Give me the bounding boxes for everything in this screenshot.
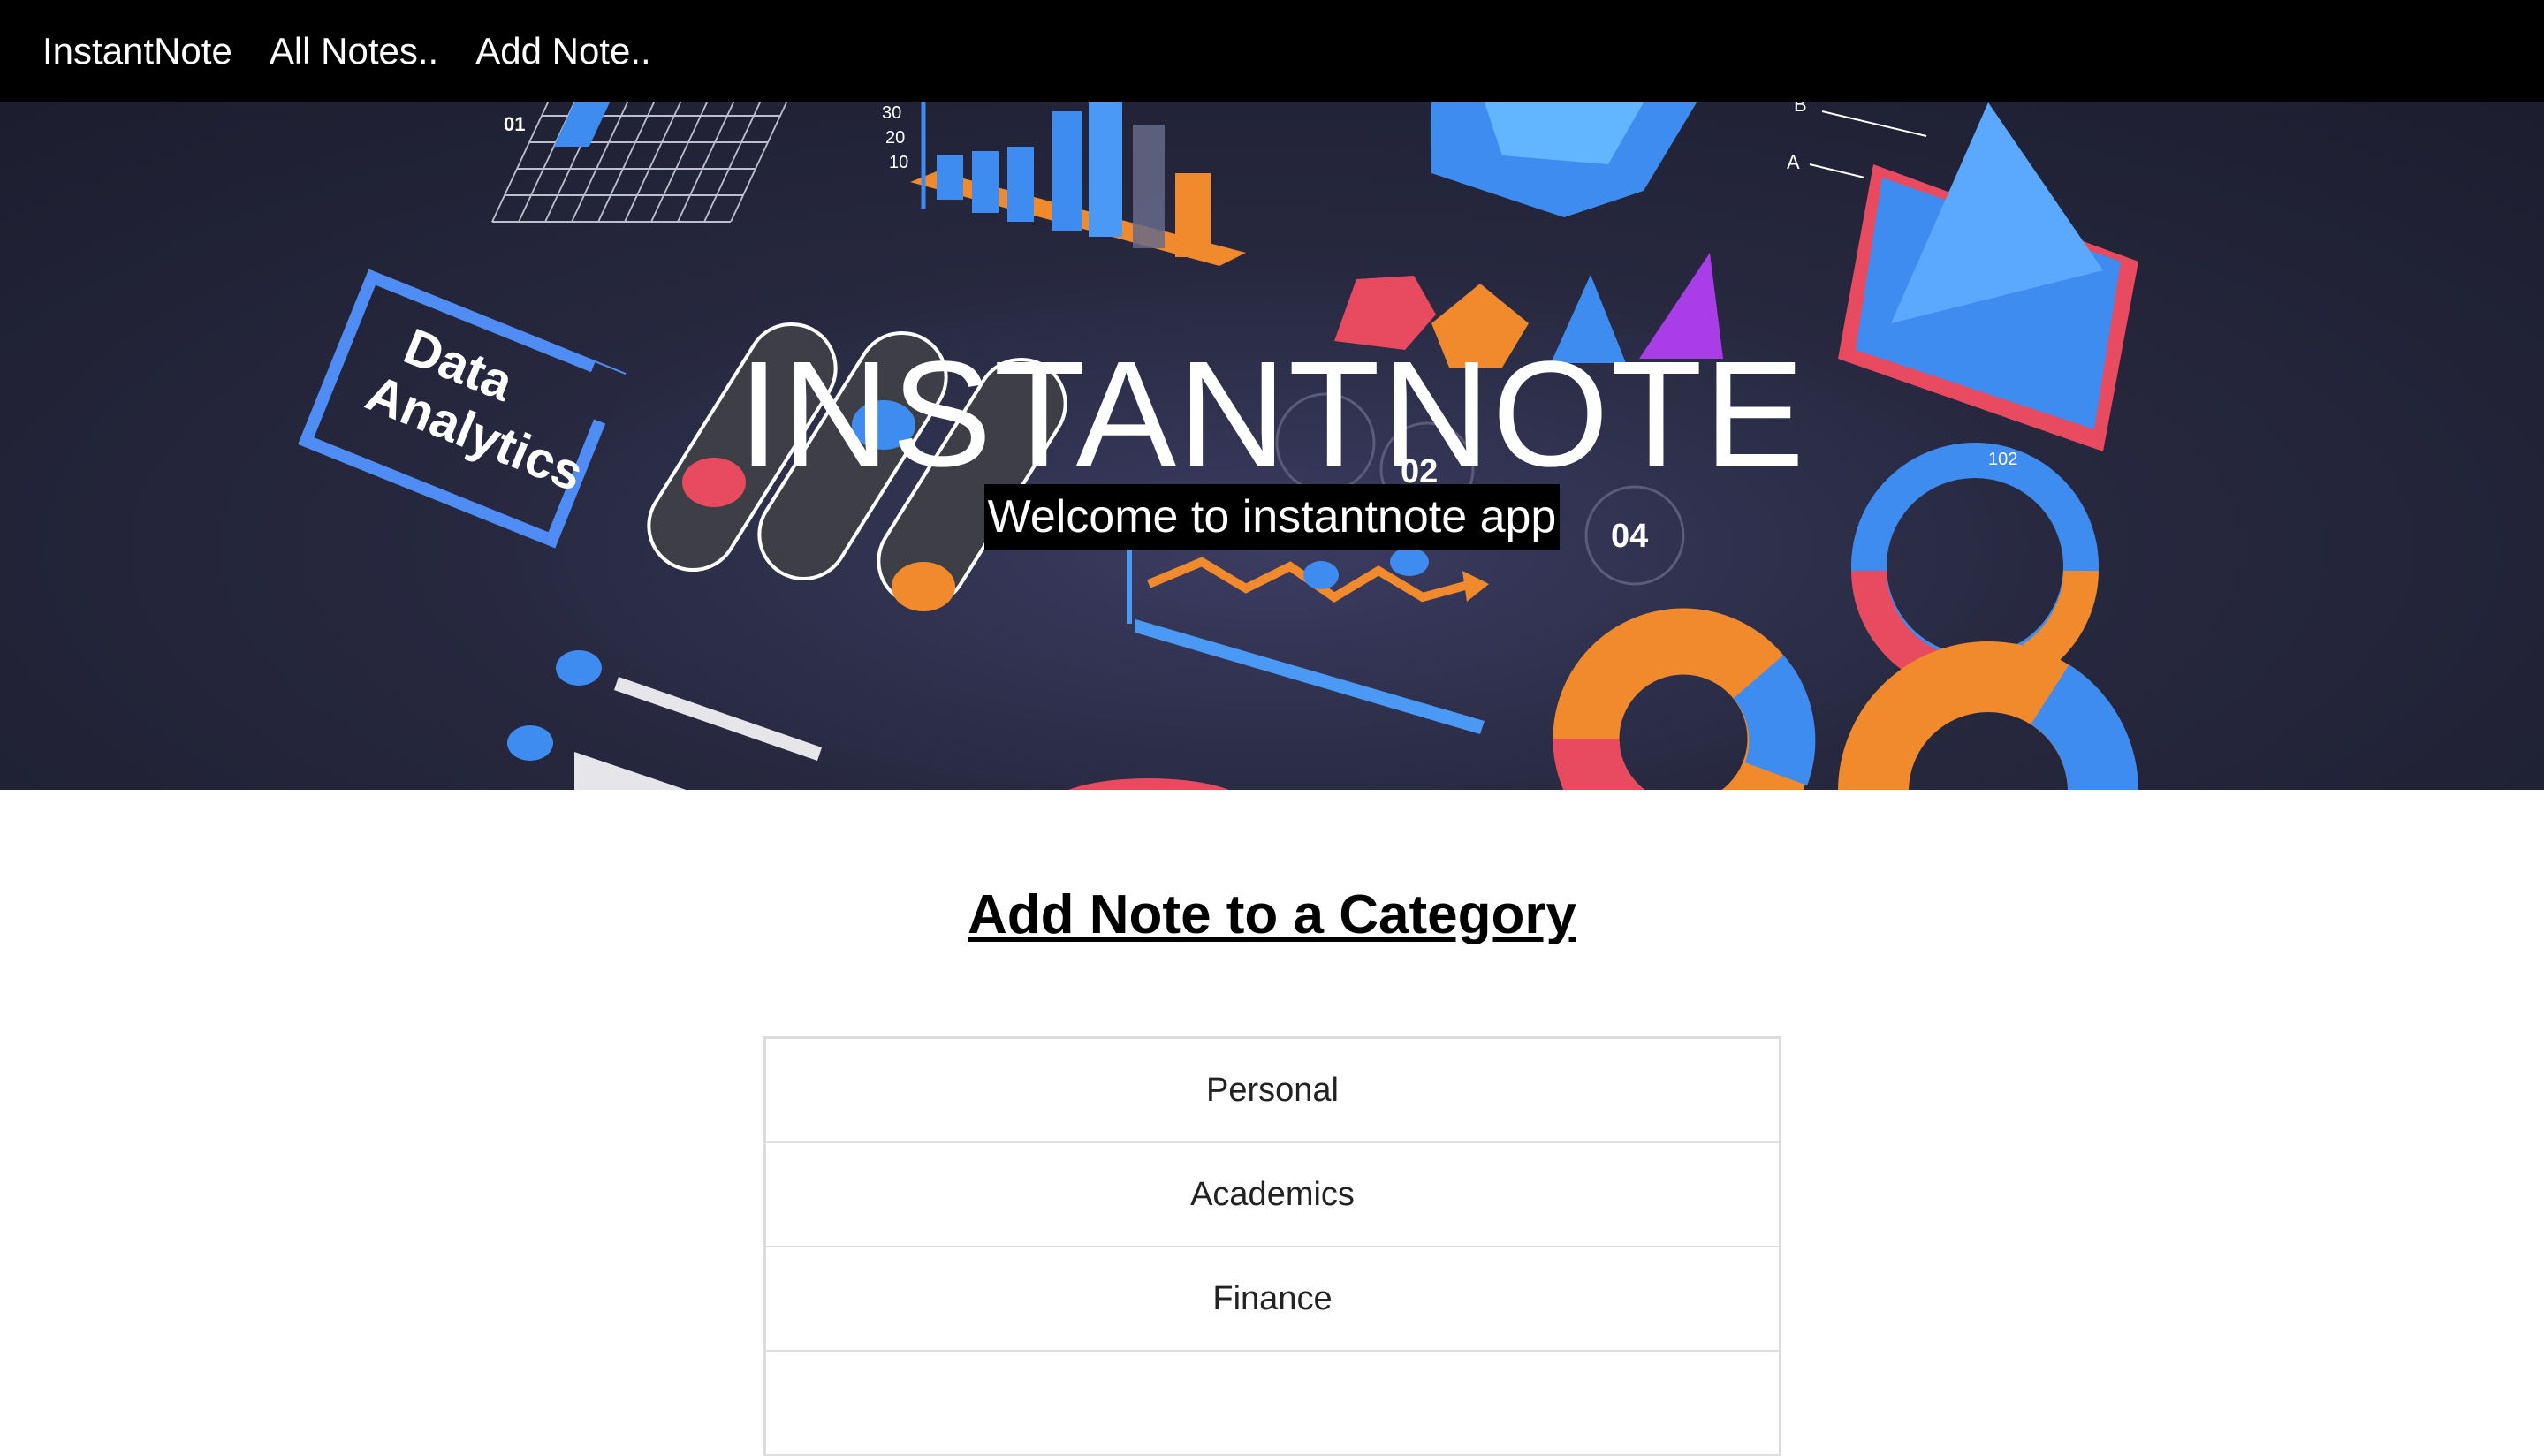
hero-subtitle: Welcome to instantnote app xyxy=(983,484,1561,550)
svg-text:10: 10 xyxy=(889,153,908,172)
brand-link[interactable]: InstantNote xyxy=(42,30,232,72)
grid-panel xyxy=(491,102,787,223)
donut-chart-illustration xyxy=(1553,608,2138,790)
category-item-partial[interactable] xyxy=(766,1352,1779,1456)
bar-chart-illustration: 30 20 10 xyxy=(882,102,1246,266)
add-note-link[interactable]: Add Note.. xyxy=(475,30,650,72)
svg-text:30: 30 xyxy=(882,103,901,123)
svg-text:B: B xyxy=(1794,102,1807,116)
category-list: Personal Academics Finance xyxy=(763,1036,1781,1456)
svg-text:A: A xyxy=(1787,151,1800,173)
bottom-bars-illustration xyxy=(507,650,1229,790)
page-heading: Add Note to a Category xyxy=(968,884,1576,945)
category-item-academics[interactable]: Academics xyxy=(766,1143,1779,1247)
svg-text:20: 20 xyxy=(885,128,905,148)
all-notes-link[interactable]: All Notes.. xyxy=(270,30,438,72)
category-item-personal[interactable]: Personal xyxy=(766,1039,1779,1143)
line-chart-illustration xyxy=(1127,527,1489,734)
hero-title: INSTANTNOTE xyxy=(738,330,1806,498)
hero-banner: 01 30 20 10 A B Data Analytics 02 04 102… xyxy=(0,102,2544,790)
svg-text:01: 01 xyxy=(504,113,525,135)
category-item-finance[interactable]: Finance xyxy=(766,1247,1779,1352)
top-navbar: InstantNote All Notes.. Add Note.. xyxy=(0,0,2544,102)
